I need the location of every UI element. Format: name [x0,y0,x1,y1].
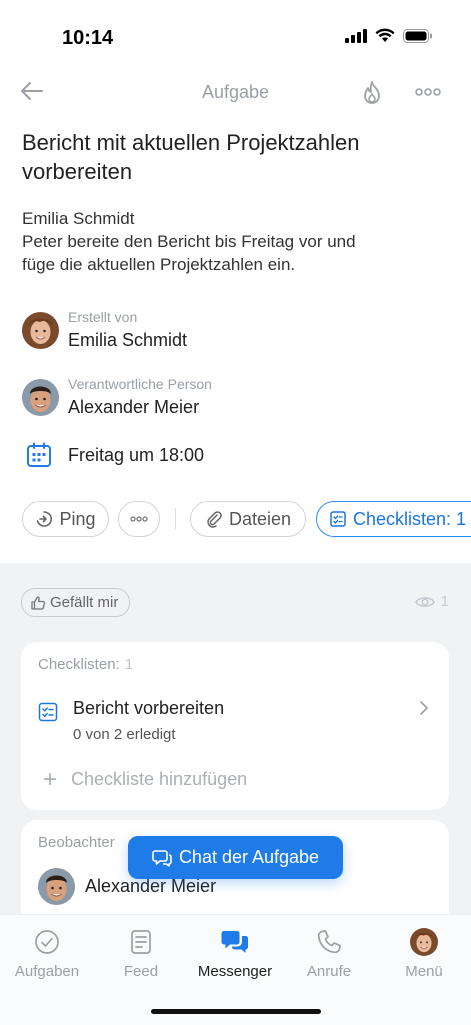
home-indicator [151,1009,321,1014]
task-title: Bericht mit aktuellen Projektzahlen vorb… [22,130,360,184]
avatar [22,312,59,349]
tab-feed[interactable]: Feed [94,915,188,980]
responsible-label: Verantwortliche Person [68,376,212,392]
checklists-button[interactable]: Checklisten: 1 [316,501,471,537]
check-circle-icon [34,927,60,957]
tab-label: Aufgaben [14,963,80,980]
feed-icon [128,927,154,957]
wifi-icon [375,28,395,42]
description-line: Peter bereite den Bericht bis Freitag vo… [22,232,356,251]
phone-icon [316,927,342,957]
tab-label: Menü [405,963,443,980]
checklists-label: Checklisten: 1 [353,508,467,529]
task-description: Emilia Schmidt Peter bereite den Bericht… [22,207,442,276]
more-button[interactable] [414,82,442,107]
avatar [410,927,438,957]
tab-messenger[interactable]: Messenger [188,915,282,980]
more-icon [415,88,441,96]
checklist-item-title: Bericht vorbereiten [73,698,225,718]
tab-label: Messenger [197,963,273,980]
flame-icon [364,81,380,104]
deadline-row[interactable]: Freitag um 18:00 [26,442,204,468]
status-time: 10:14 [62,27,114,49]
files-label: Dateien [228,508,292,529]
chat-icon [152,849,172,867]
like-button[interactable]: Gefällt mir [21,588,131,617]
ping-icon [37,511,53,527]
messenger-icon [221,927,249,957]
responsible-row[interactable]: Verantwortliche Person Alexander Meier [22,376,212,419]
chat-button-label: Chat der Aufgabe [178,847,320,867]
add-checklist-label: Checkliste hinzufügen [71,769,248,789]
chevron-right-icon [419,700,429,721]
more-icon [130,516,148,522]
description-line: füge die aktuellen Projektzahlen ein. [22,255,296,274]
plus-icon: + [43,765,58,793]
checklists-card: Checklisten: 1 Bericht vorbereiten 0 von … [21,642,449,810]
tab-label: Feed [123,963,159,980]
description-line: Emilia Schmidt [22,209,135,228]
thumbs-up-icon [31,595,46,610]
observer-name[interactable]: Alexander Meier [85,876,216,897]
observers-card-title: Beobachter [38,834,115,851]
page-title: Aufgabe [201,82,270,102]
checklists-card-title: Checklisten: 1 [38,656,133,673]
created-by-label: Erstellt von [68,309,138,325]
checklist-item-progress: 0 von 2 erledigt [73,726,176,743]
task-chat-button[interactable]: Chat der Aufgabe [128,836,343,879]
avatar [22,379,59,416]
views-count: 1 [440,593,449,610]
views-counter: 1 [414,593,449,610]
add-checklist-button[interactable]: + Checkliste hinzufügen [43,765,248,793]
tab-label: Anrufe [306,963,352,980]
checklist-icon [38,702,58,727]
signal-icon [345,28,367,43]
created-by-row[interactable]: Erstellt von Emilia Schmidt [22,309,187,352]
checklists-title-label: Checklisten: [38,656,120,673]
nav-bar: Aufgabe [0,70,471,114]
paperclip-icon [207,511,222,528]
created-by-name: Emilia Schmidt [68,330,188,350]
tab-aufgaben[interactable]: Aufgaben [0,915,94,980]
deadline-text: Freitag um 18:00 [68,444,205,465]
more-actions-button[interactable] [118,501,160,537]
checklists-count: 1 [124,656,134,673]
divider [175,508,176,530]
checklist-icon [330,511,346,527]
ping-label: Ping [59,508,96,529]
status-icons [345,28,433,43]
like-label: Gefällt mir [50,594,119,611]
tab-anrufe[interactable]: Anrufe [282,915,376,980]
ping-button[interactable]: Ping [22,501,109,537]
eye-icon [414,596,435,607]
priority-button[interactable] [360,80,384,111]
responsible-name: Alexander Meier [68,397,200,417]
tab-menu[interactable]: Menü [377,915,471,980]
battery-icon [403,28,432,43]
status-bar: 10:14 [0,0,471,70]
files-button[interactable]: Dateien [190,501,306,537]
avatar [38,868,75,905]
calendar-icon [27,442,51,467]
